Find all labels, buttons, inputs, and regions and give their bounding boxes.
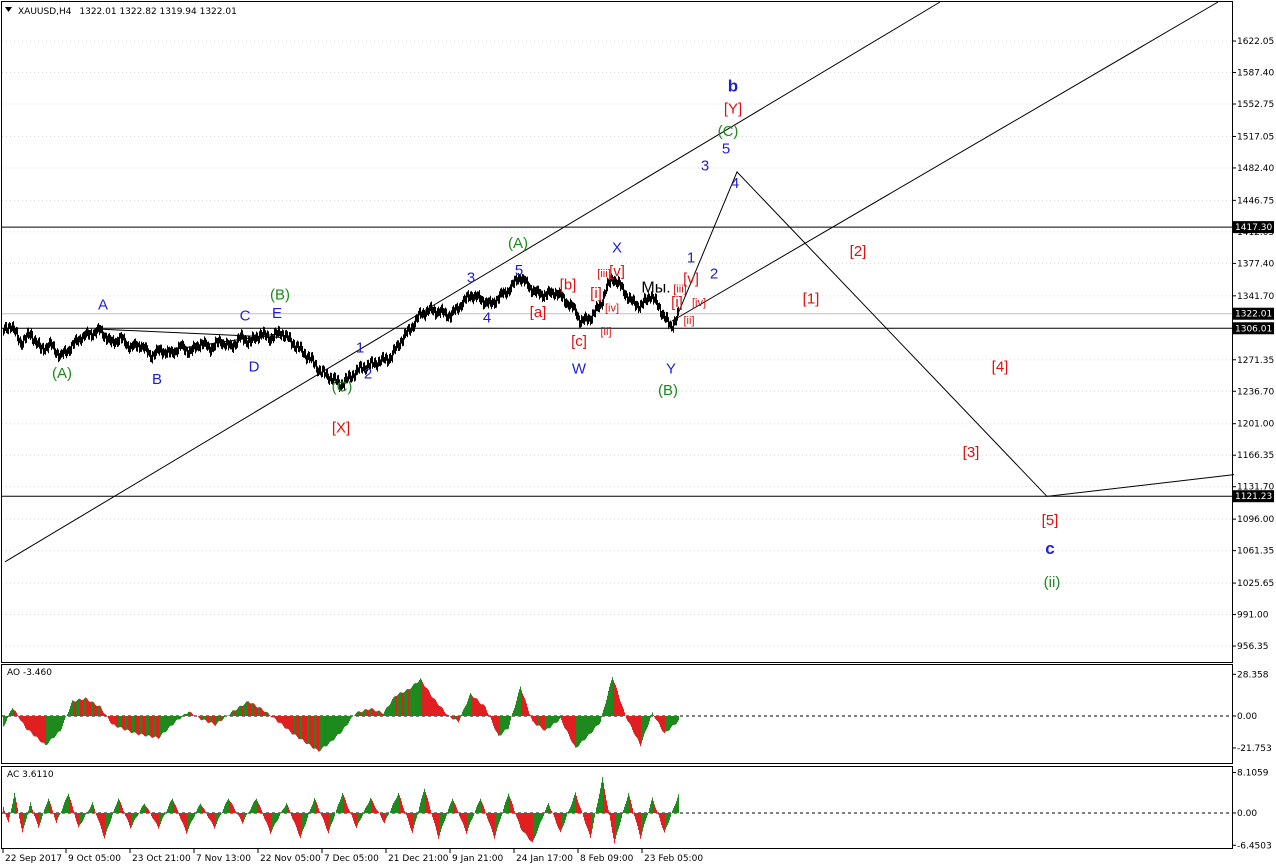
wave-label: X (612, 239, 622, 256)
price-tick-label: 1096.00 (1237, 515, 1274, 525)
wave-label: 3 (467, 269, 475, 286)
wave-label: (C) (332, 378, 353, 395)
price-tick-label: 1377.40 (1237, 259, 1274, 269)
price-tick-label: 1166.35 (1237, 451, 1274, 461)
time-tick-label: 9 Jan 21:00 (452, 854, 504, 864)
price-tick-label: 1517.05 (1237, 132, 1274, 142)
price-tick-label: 1622.05 (1237, 37, 1274, 47)
wave-label: (B) (658, 382, 678, 399)
time-tick-label: 7 Dec 05:00 (324, 854, 379, 864)
price-tick-label: 1061.35 (1237, 547, 1274, 557)
wave-label: [2] (850, 243, 867, 260)
price-tick-label: 1025.65 (1237, 579, 1274, 589)
wave-label: [1] (803, 290, 820, 307)
wave-label: Y (666, 360, 676, 377)
wave-label: W (572, 360, 587, 377)
wave-label: C (240, 308, 251, 325)
price-tick-label: 1587.40 (1237, 69, 1274, 79)
wave-label: 4 (483, 309, 491, 326)
osc-tick-label: -6.4503 (1237, 841, 1272, 851)
price-tick-label: 956.35 (1237, 642, 1269, 652)
wave-label: A (98, 297, 108, 314)
ohlc-values: 1322.01 1322.82 1319.94 1322.01 (79, 7, 236, 17)
wave-label: (C) (718, 123, 739, 140)
price-tick-label: 1446.75 (1237, 196, 1274, 206)
wave-label: 2 (710, 266, 718, 283)
ao-title: AO -3.460 (7, 668, 52, 678)
wave-label: 3 (701, 158, 709, 175)
wave-label: (A) (508, 235, 528, 252)
wave-label: D (249, 358, 260, 375)
price-tick-label: 1201.00 (1237, 420, 1274, 430)
wave-label: [b] (560, 277, 577, 294)
wave-label: [ii] (601, 326, 612, 338)
time-tick-label: 22 Nov 05:00 (260, 854, 321, 864)
price-tag-label: 1306.01 (1235, 324, 1272, 334)
osc-tick-label: 8.1059 (1237, 768, 1269, 778)
wave-label: E (272, 305, 282, 322)
osc-tick-label: 0.00 (1237, 712, 1257, 722)
price-tick-label: 991.00 (1237, 611, 1269, 621)
time-tick-label: 22 Sep 2017 (5, 854, 62, 864)
wave-label: 2 (364, 366, 372, 383)
wave-label: 5 (515, 262, 523, 279)
time-tick-label: 7 Nov 13:00 (196, 854, 251, 864)
wave-label: (B) (270, 287, 290, 304)
wave-label: [v] (609, 263, 625, 280)
osc-tick-label: -21.753 (1237, 744, 1272, 754)
symbol-title: XAUUSD,H4 (18, 7, 72, 17)
time-tick-label: 23 Oct 21:00 (132, 854, 191, 864)
price-tick-label: 1552.75 (1237, 100, 1274, 110)
price-tick-label: 1236.70 (1237, 387, 1274, 397)
wave-label: [c] (571, 333, 587, 350)
wave-label: 1 (356, 339, 364, 356)
price-tag-label: 1121.23 (1235, 492, 1272, 502)
wave-label: 4 (731, 175, 739, 192)
wave-label: [X] (332, 419, 350, 436)
wave-label: c (1045, 539, 1054, 558)
osc-tick-label: 0.00 (1237, 809, 1257, 819)
price-tag-label: 1322.01 (1235, 310, 1272, 320)
wave-label: (ii) (1044, 574, 1061, 591)
time-tick-label: 9 Oct 05:00 (68, 854, 121, 864)
time-tick-label: 23 Feb 05:00 (644, 854, 703, 864)
wave-label: [v] (683, 270, 699, 287)
wave-label: [iv] (605, 302, 619, 314)
wave-label: 1 (687, 249, 695, 266)
price-tick-label: 1341.70 (1237, 292, 1274, 302)
time-tick-label: 21 Dec 21:00 (388, 854, 449, 864)
price-tick-label: 1482.40 (1237, 164, 1274, 174)
wave-label: [5] (1042, 512, 1059, 529)
osc-tick-label: 28.358 (1237, 670, 1269, 680)
wave-label: b (728, 77, 738, 96)
wave-label: Мы. (641, 279, 670, 296)
price-tag-label: 1417.30 (1235, 223, 1272, 233)
wave-label: 5 (722, 140, 730, 157)
price-tick-label: 1271.35 (1237, 356, 1274, 366)
wave-label: B (152, 371, 162, 388)
wave-label: (A) (52, 365, 72, 382)
wave-label: [Y] (724, 100, 742, 117)
chart-header: XAUUSD,H4 1322.01 1322.82 1319.94 1322.0… (18, 7, 237, 17)
wave-label: [i] (590, 285, 602, 302)
wave-label: [4] (992, 358, 1009, 375)
wave-label: [ii] (684, 315, 695, 327)
time-tick-label: 24 Jan 17:00 (516, 854, 573, 864)
wave-label: [a] (530, 304, 547, 321)
wave-label: [3] (963, 444, 980, 461)
ac-title: AC 3.6110 (7, 770, 54, 780)
time-tick-label: 8 Feb 09:00 (580, 854, 634, 864)
trading-chart[interactable]: (A)ABCDE(B)12(C)[X]345(A)[a][b][c]W[iii]… (0, 0, 1276, 868)
wave-label: [iv] (692, 297, 706, 309)
wave-label: [i] (671, 294, 683, 311)
